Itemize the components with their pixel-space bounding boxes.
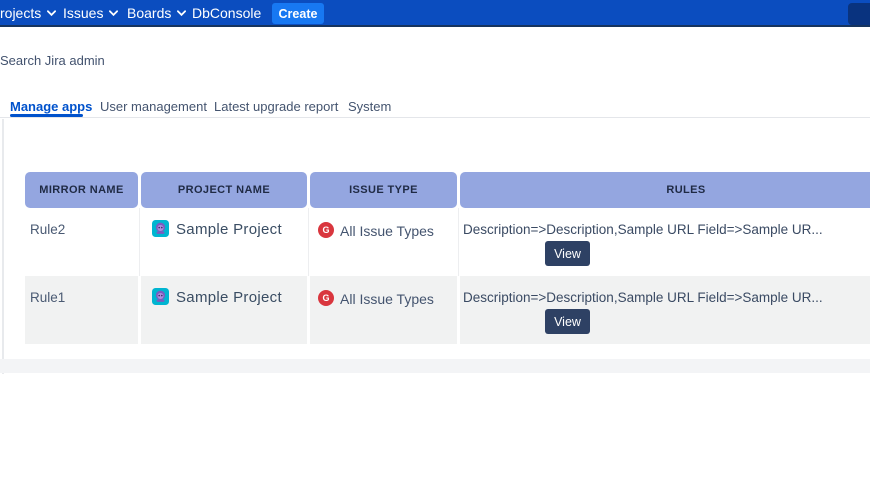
nav-item-label: DbConsole (192, 5, 262, 21)
nav-item-label: Issues (63, 5, 104, 21)
tab-system[interactable]: System (348, 99, 391, 114)
column-header-issue-type: ISSUE TYPE (310, 172, 457, 208)
row-cell-bg (25, 276, 138, 344)
cell-divider (458, 208, 459, 276)
nav-item-dbconsole[interactable]: DbConsole (192, 5, 261, 21)
section-bottom-band (0, 359, 870, 373)
issue-type-icon: G (318, 290, 334, 306)
issue-type-cell: All Issue Types (340, 291, 434, 307)
tab-user-management[interactable]: User management (100, 99, 207, 114)
column-header-project-name: PROJECT NAME (141, 172, 307, 208)
project-name-cell: Sample Project (176, 221, 282, 238)
project-name-cell: Sample Project (176, 289, 282, 306)
column-header-mirror-name: MIRROR NAME (25, 172, 138, 208)
chevron-down-icon (47, 9, 57, 16)
top-navbar: rojects Issues Boards DbConsole Create (0, 0, 870, 27)
nav-item-issues[interactable]: Issues (63, 5, 119, 21)
view-rules-button[interactable]: View (545, 241, 590, 266)
project-avatar-icon (152, 220, 169, 237)
rules-cell: Description=>Description,Sample URL Fiel… (463, 290, 823, 305)
cell-divider (139, 208, 140, 276)
nav-search-input[interactable] (848, 3, 870, 25)
tabs-divider (0, 117, 870, 118)
search-jira-admin-label: Search Jira admin (0, 53, 105, 68)
mirror-name-cell: Rule1 (30, 290, 66, 305)
column-header-rules: RULES (460, 172, 870, 208)
panel-left-border (2, 119, 4, 374)
chevron-down-icon (109, 9, 119, 16)
cell-divider (308, 208, 309, 276)
nav-item-label: Boards (127, 5, 172, 21)
row-cell-bg (310, 276, 457, 344)
nav-item-label: rojects (0, 5, 42, 21)
rules-cell: Description=>Description,Sample URL Fiel… (463, 222, 823, 237)
nav-item-projects[interactable]: rojects (0, 5, 57, 21)
view-rules-button[interactable]: View (545, 309, 590, 334)
nav-item-boards[interactable]: Boards (127, 5, 187, 21)
chevron-down-icon (177, 9, 187, 16)
tab-latest-upgrade-report[interactable]: Latest upgrade report (214, 99, 338, 114)
create-button[interactable]: Create (272, 3, 324, 24)
tab-manage-apps[interactable]: Manage apps (10, 99, 92, 114)
project-avatar-icon (152, 288, 169, 305)
issue-type-cell: All Issue Types (340, 223, 434, 239)
issue-type-icon: G (318, 222, 334, 238)
mirror-name-cell: Rule2 (30, 222, 66, 237)
row-cell-bg (460, 276, 870, 344)
row-cell-bg (141, 276, 307, 344)
